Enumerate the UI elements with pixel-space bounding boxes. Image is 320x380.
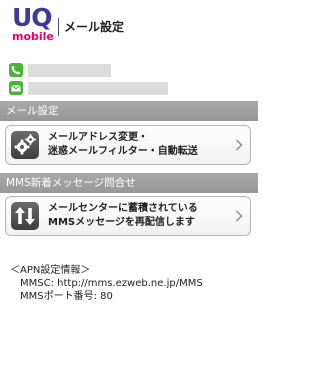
chevron-right-icon [236, 210, 243, 222]
uq-logo: UQ [12, 3, 53, 32]
mms-resend-button[interactable]: メールセンターに蓄積されている MMSメッセージを再配信します [5, 196, 251, 236]
phone-number-redacted [28, 64, 111, 77]
phone-icon [9, 63, 23, 77]
email-address-redacted [28, 82, 168, 95]
apn-info: ＜APN設定情報＞ MMSC: http://mms.ezweb.ne.jp/M… [10, 264, 203, 303]
mail-settings-item-line2: 迷惑メールフィルター・自動転送 [48, 146, 198, 157]
resend-arrows-icon [11, 202, 39, 230]
header-divider [58, 18, 59, 36]
page-title: メール設定 [64, 20, 125, 34]
app-header: UQ mobile メール設定 [0, 0, 258, 50]
mail-settings-section-header: メール設定 [0, 101, 258, 121]
mail-settings-item-label: メールアドレス変更・ 迷惑メールフィルター・自動転送 [48, 131, 228, 159]
email-address-row [9, 81, 249, 97]
phone-number-row [9, 63, 249, 79]
gears-icon [11, 131, 39, 159]
mms-inquiry-section-header: MMS新着メッセージ問合せ [0, 173, 258, 193]
uq-logo-mobile: mobile [12, 30, 54, 43]
mms-resend-item-label: メールセンターに蓄積されている MMSメッセージを再配信します [48, 202, 228, 230]
apn-heading: ＜APN設定情報＞ [10, 265, 91, 276]
apn-mmsc: MMSC: http://mms.ezweb.ne.jp/MMS [20, 278, 203, 289]
mail-address-filter-forward-button[interactable]: メールアドレス変更・ 迷惑メールフィルター・自動転送 [5, 125, 251, 165]
mail-icon [9, 81, 23, 95]
chevron-right-icon [236, 139, 243, 151]
mms-resend-item-line2: MMSメッセージを再配信します [48, 217, 195, 228]
mms-resend-item-line1: メールセンターに蓄積されている [48, 203, 198, 214]
apn-mms-port: MMSポート番号: 80 [20, 291, 113, 302]
mail-settings-item-line1: メールアドレス変更・ [48, 132, 148, 143]
